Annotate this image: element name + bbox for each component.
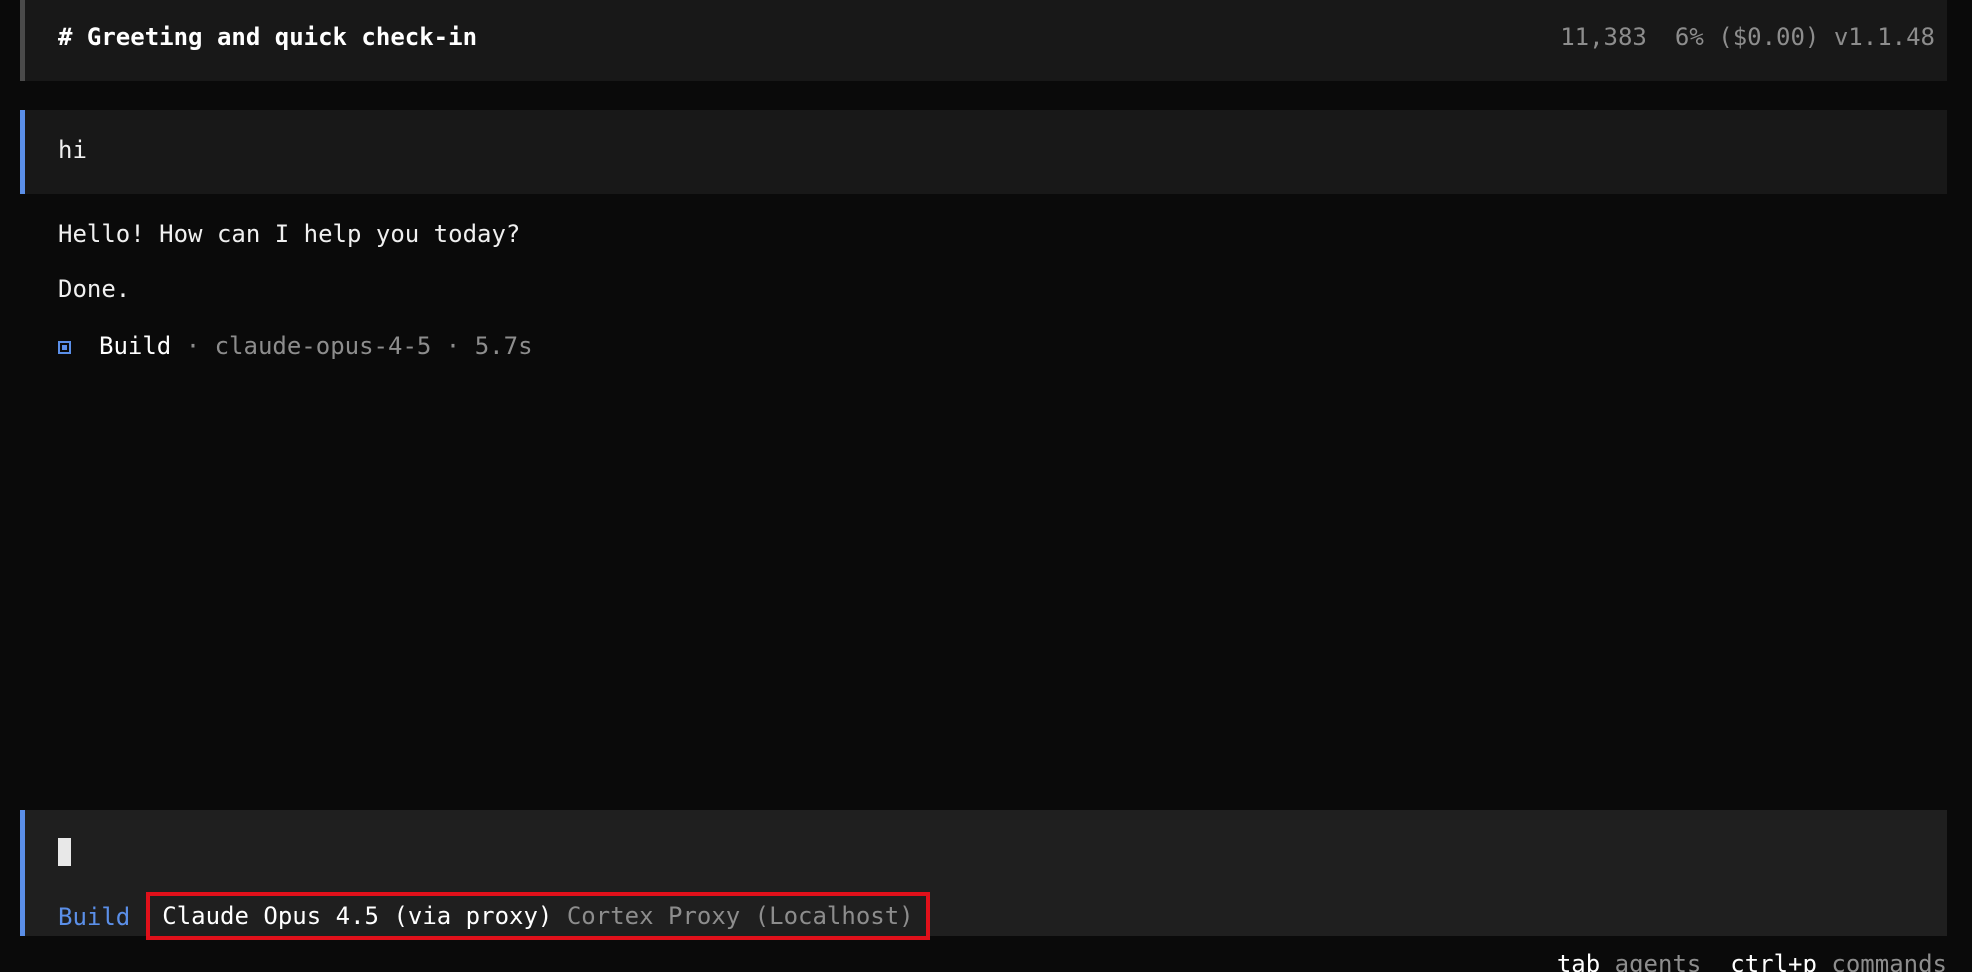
user-message-text: hi xyxy=(58,136,87,164)
meta-model-id: claude-opus-4-5 xyxy=(214,332,432,360)
keyboard-hints: tab agents ctrl+p commands xyxy=(1557,950,1947,972)
agent-mode-label[interactable]: Build xyxy=(58,903,130,931)
text-cursor[interactable] xyxy=(58,838,71,866)
assistant-text-line: Hello! How can I help you today? xyxy=(58,220,521,248)
meta-separator: · xyxy=(171,332,215,360)
session-stats: 11,383 6% ($0.00) v1.1.48 xyxy=(1532,23,1935,51)
meta-duration: 5.7s xyxy=(474,332,533,360)
session-header: # Greeting and quick check-in 11,383 6% (… xyxy=(20,0,1947,81)
app-version: v1.1.48 xyxy=(1833,23,1935,51)
hint-key-ctrl-p: ctrl+p xyxy=(1730,950,1817,972)
square-icon xyxy=(58,340,71,354)
token-count: 11,383 xyxy=(1560,23,1647,51)
session-title: # Greeting and quick check-in xyxy=(58,23,478,51)
hint-desc-agents: agents xyxy=(1614,950,1702,972)
usage-cost: 6% ($0.00) xyxy=(1674,23,1820,51)
prompt-input-area[interactable]: Build Claude Opus 4.5 (via proxy) Cortex… xyxy=(20,810,1947,940)
meta-agent-name: Build xyxy=(99,332,172,360)
model-selector[interactable]: Claude Opus 4.5 (via proxy) Cortex Proxy… xyxy=(146,892,930,940)
meta-separator: · xyxy=(431,332,475,360)
provider-name: Cortex Proxy (Localhost) xyxy=(566,902,914,930)
user-message: hi xyxy=(20,110,1947,194)
model-name: Claude Opus 4.5 (via proxy) xyxy=(162,902,553,930)
message-meta: Build · claude-opus-4-5 · 5.7s xyxy=(58,332,533,360)
hint-key-tab: tab xyxy=(1556,950,1601,972)
hint-desc-commands: commands xyxy=(1831,950,1947,972)
assistant-text-line: Done. xyxy=(58,275,131,303)
terminal-window: # Greeting and quick check-in 11,383 6% (… xyxy=(0,0,1972,972)
input-footer: Build Claude Opus 4.5 (via proxy) Cortex… xyxy=(58,892,930,941)
